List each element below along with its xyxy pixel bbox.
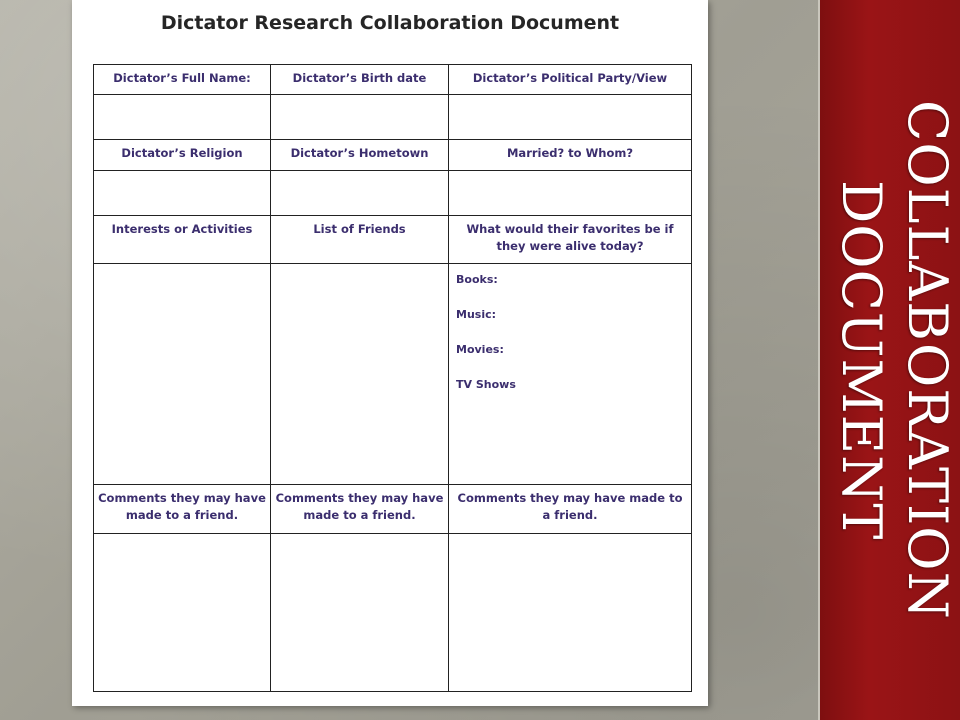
document-page: Dictator Research Collaboration Document… [72, 0, 708, 706]
slide-title-line-1: Collaboration [896, 100, 959, 620]
comments-label: Comments they may have made to a friend. [275, 491, 444, 522]
favorite-tv-shows-label: TV Shows [456, 378, 516, 391]
favorite-books-label: Books: [456, 273, 498, 286]
birth-date-label: Dictator’s Birth date [292, 71, 427, 85]
political-party-label: Dictator’s Political Party/View [472, 71, 668, 85]
favorites-list: Books: Music: Movies: TV Shows [449, 264, 691, 413]
interests-field[interactable] [93, 263, 271, 485]
favorite-movies-label: Movies: [456, 343, 504, 356]
table-row: Dictator’s Religion Dictator’s Hometown … [93, 139, 692, 171]
favorites-label: What would their favorites be if they we… [466, 222, 674, 253]
hometown-label: Dictator’s Hometown [290, 146, 429, 160]
comments-field[interactable] [93, 533, 271, 692]
married-label: Married? to Whom? [506, 146, 634, 160]
header-cell: Dictator’s Hometown [270, 139, 449, 171]
table-row [93, 170, 692, 216]
table-row: Books: Music: Movies: TV Shows [93, 263, 692, 485]
favorites-field[interactable]: Books: Music: Movies: TV Shows [448, 263, 692, 485]
header-cell: Interests or Activities [93, 215, 271, 264]
table-row: Dictator’s Full Name: Dictator’s Birth d… [93, 64, 692, 95]
table-row: Interests or Activities List of Friends … [93, 215, 692, 264]
slide-title: Collaboration Document [818, 100, 960, 620]
header-cell: Dictator’s Birth date [270, 64, 449, 95]
religion-field[interactable] [93, 170, 271, 216]
document-title: Dictator Research Collaboration Document [160, 12, 620, 34]
religion-label: Dictator’s Religion [121, 146, 243, 160]
research-form-table: Dictator’s Full Name: Dictator’s Birth d… [93, 64, 692, 692]
friends-field[interactable] [270, 263, 449, 485]
header-cell: Comments they may have made to a friend. [448, 484, 692, 534]
table-row: Comments they may have made to a friend.… [93, 484, 692, 534]
friends-label: List of Friends [313, 222, 406, 236]
header-cell: Dictator’s Religion [93, 139, 271, 171]
header-cell: Dictator’s Political Party/View [448, 64, 692, 95]
header-cell: Comments they may have made to a friend. [93, 484, 271, 534]
comments-label: Comments they may have made to a friend. [457, 491, 683, 522]
favorite-music-label: Music: [456, 308, 497, 321]
header-cell: What would their favorites be if they we… [448, 215, 692, 264]
header-cell: Comments they may have made to a friend. [270, 484, 449, 534]
comments-field[interactable] [448, 533, 692, 692]
full-name-field[interactable] [93, 94, 271, 140]
married-field[interactable] [448, 170, 692, 216]
header-cell: Dictator’s Full Name: [93, 64, 271, 95]
political-party-field[interactable] [448, 94, 692, 140]
table-row [93, 94, 692, 140]
header-cell: Married? to Whom? [448, 139, 692, 171]
comments-label: Comments they may have made to a friend. [98, 491, 266, 522]
hometown-field[interactable] [270, 170, 449, 216]
table-row [93, 533, 692, 692]
interests-label: Interests or Activities [111, 222, 253, 236]
slide-title-line-2: Document [830, 179, 893, 541]
birth-date-field[interactable] [270, 94, 449, 140]
full-name-label: Dictator’s Full Name: [113, 71, 251, 85]
header-cell: List of Friends [270, 215, 449, 264]
comments-field[interactable] [270, 533, 449, 692]
